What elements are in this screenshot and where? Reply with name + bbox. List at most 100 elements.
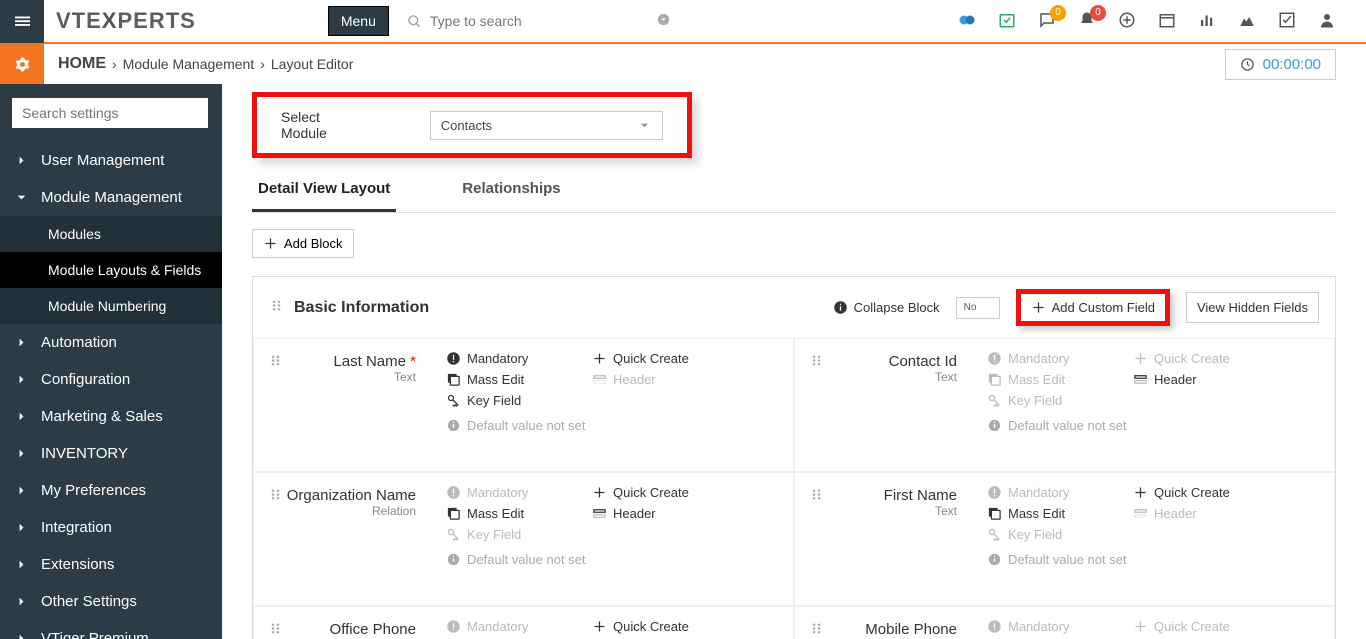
module-select[interactable]: Contacts bbox=[430, 111, 663, 140]
sidebar-item[interactable]: Extensions bbox=[0, 546, 222, 583]
chevron-down-icon bbox=[14, 190, 29, 205]
field-opt-mandatory[interactable]: Mandatory bbox=[446, 351, 566, 366]
field-type: Text bbox=[809, 504, 957, 518]
tab-detail-view[interactable]: Detail View Layout bbox=[252, 180, 396, 212]
plus-icon bbox=[263, 236, 278, 251]
default-value: Default value not set bbox=[987, 552, 1318, 567]
field-name: Contact Id bbox=[809, 353, 957, 370]
view-hidden-fields-button[interactable]: View Hidden Fields bbox=[1186, 292, 1319, 323]
chevron-right-icon bbox=[14, 520, 29, 535]
field-opt-header[interactable]: Header bbox=[1133, 506, 1253, 521]
hamburger-menu[interactable] bbox=[0, 0, 44, 43]
field-opt-quick_create[interactable]: Quick Create bbox=[1133, 619, 1253, 634]
field-opt-header[interactable]: Header bbox=[592, 506, 712, 521]
module-select-value: Contacts bbox=[441, 118, 492, 133]
module-select-label: Select Module bbox=[281, 109, 360, 141]
sidebar-item[interactable]: Module Management bbox=[0, 179, 222, 216]
field-opt-quick_create[interactable]: Quick Create bbox=[1133, 485, 1253, 500]
field-opt-header[interactable]: Header bbox=[1133, 372, 1253, 387]
field-opt-quick_create[interactable]: Quick Create bbox=[592, 351, 712, 366]
field-opt-key_field[interactable]: Key Field bbox=[987, 527, 1107, 542]
calendar-check-icon[interactable] bbox=[998, 11, 1016, 32]
gear-icon bbox=[15, 57, 30, 72]
sidebar-subitem[interactable]: Modules bbox=[0, 216, 222, 252]
breadcrumb-home[interactable]: HOME bbox=[58, 55, 106, 73]
grip-icon[interactable] bbox=[269, 298, 284, 318]
field-name: First Name bbox=[809, 487, 957, 504]
grip-icon[interactable] bbox=[809, 487, 824, 505]
field-opt-mass_edit[interactable]: Mass Edit bbox=[987, 372, 1107, 387]
field-opt-mandatory[interactable]: Mandatory bbox=[446, 619, 566, 634]
sidebar-item[interactable]: Marketing & Sales bbox=[0, 398, 222, 435]
grip-icon[interactable] bbox=[268, 487, 283, 505]
breadcrumb-l1[interactable]: Module Management bbox=[123, 56, 255, 72]
field-card: Contact Id Text Mandatory Quick Create Mas… bbox=[794, 338, 1335, 472]
chevron-right-icon bbox=[14, 594, 29, 609]
checkbox-icon[interactable] bbox=[1278, 11, 1296, 32]
field-name: Organization Name bbox=[268, 487, 416, 504]
sidebar-item[interactable]: INVENTORY bbox=[0, 435, 222, 472]
sidebar-subitem[interactable]: Module Numbering bbox=[0, 288, 222, 324]
bell-badge: 0 bbox=[1090, 5, 1106, 21]
area-chart-icon[interactable] bbox=[1238, 11, 1256, 32]
collapse-toggle[interactable]: No bbox=[956, 297, 1000, 319]
field-opt-mass_edit[interactable]: Mass Edit bbox=[446, 506, 566, 521]
menu-button[interactable]: Menu bbox=[328, 6, 389, 36]
field-opt-mandatory[interactable]: Mandatory bbox=[987, 619, 1107, 634]
field-opt-mass_edit[interactable]: Mass Edit bbox=[987, 506, 1107, 521]
sidebar-item[interactable]: My Preferences bbox=[0, 472, 222, 509]
sidebar-item[interactable]: Configuration bbox=[0, 361, 222, 398]
chevron-right-icon bbox=[14, 335, 29, 350]
field-opt-quick_create[interactable]: Quick Create bbox=[1133, 351, 1253, 366]
field-type: Text bbox=[809, 370, 957, 384]
settings-gear[interactable] bbox=[0, 44, 44, 84]
sidebar-item[interactable]: Automation bbox=[0, 324, 222, 361]
add-custom-field-button[interactable]: Add Custom Field bbox=[1016, 289, 1170, 326]
sidebar-item[interactable]: VTiger Premium bbox=[0, 620, 222, 639]
grip-icon[interactable] bbox=[268, 621, 283, 639]
chat-icon[interactable]: 0 bbox=[1038, 11, 1056, 32]
sidebar-item[interactable]: Integration bbox=[0, 509, 222, 546]
field-opt-key_field[interactable]: Key Field bbox=[446, 393, 566, 408]
user-icon[interactable] bbox=[1318, 11, 1336, 32]
default-value: Default value not set bbox=[446, 418, 777, 433]
chevron-right-icon bbox=[14, 409, 29, 424]
field-opt-mandatory[interactable]: Mandatory bbox=[987, 351, 1107, 366]
block-title: Basic Information bbox=[294, 299, 429, 317]
sidebar-item[interactable]: Other Settings bbox=[0, 583, 222, 620]
add-block-button[interactable]: Add Block bbox=[252, 229, 354, 258]
field-card: First Name Text Mandatory Quick Create Mas… bbox=[794, 472, 1335, 606]
breadcrumb-l2: Layout Editor bbox=[271, 56, 354, 72]
app-icon[interactable] bbox=[958, 11, 976, 32]
module-select-highlight: Select Module Contacts bbox=[252, 92, 692, 158]
menu-icon bbox=[15, 14, 30, 29]
sidebar-search-input[interactable] bbox=[12, 98, 208, 128]
tab-relationships[interactable]: Relationships bbox=[456, 180, 566, 212]
grip-icon[interactable] bbox=[268, 353, 283, 371]
sidebar-subitem[interactable]: Module Layouts & Fields bbox=[0, 252, 222, 288]
field-opt-quick_create[interactable]: Quick Create bbox=[592, 485, 712, 500]
collapse-block-link[interactable]: Collapse Block bbox=[833, 300, 940, 315]
field-opt-quick_create[interactable]: Quick Create bbox=[592, 619, 712, 634]
main-content: Select Module Contacts Detail View Layou… bbox=[222, 84, 1366, 639]
field-opt-key_field[interactable]: Key Field bbox=[987, 393, 1107, 408]
field-opt-mass_edit[interactable]: Mass Edit bbox=[446, 372, 566, 387]
field-opt-header[interactable]: Header bbox=[592, 372, 712, 387]
chevron-right-icon bbox=[14, 483, 29, 498]
bar-chart-icon[interactable] bbox=[1198, 11, 1216, 32]
grip-icon[interactable] bbox=[809, 621, 824, 639]
plus-circle-icon[interactable] bbox=[1118, 11, 1136, 32]
field-opt-mandatory[interactable]: Mandatory bbox=[446, 485, 566, 500]
field-opt-mandatory[interactable]: Mandatory bbox=[987, 485, 1107, 500]
chevron-down-icon bbox=[637, 118, 652, 133]
grip-icon[interactable] bbox=[809, 353, 824, 371]
bell-icon[interactable]: 0 bbox=[1078, 11, 1096, 32]
chevron-right-icon bbox=[14, 446, 29, 461]
clock-widget[interactable]: 00:00:00 bbox=[1225, 49, 1336, 80]
calendar-icon[interactable] bbox=[1158, 11, 1176, 32]
field-opt-key_field[interactable]: Key Field bbox=[446, 527, 566, 542]
info-icon bbox=[833, 300, 848, 315]
global-search-input[interactable] bbox=[430, 13, 630, 29]
sidebar-item[interactable]: User Management bbox=[0, 142, 222, 179]
global-search[interactable] bbox=[399, 6, 689, 36]
